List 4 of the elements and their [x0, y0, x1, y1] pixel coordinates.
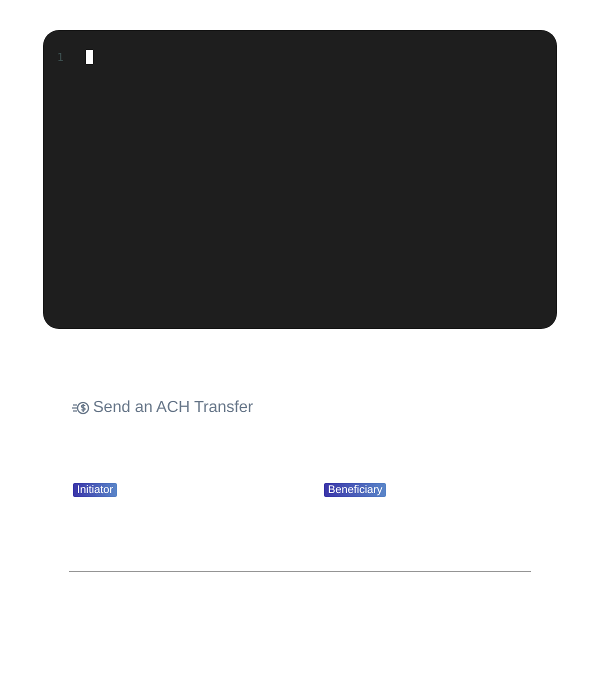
money-transfer-icon: [72, 401, 90, 415]
party-label: Beneficiary: [324, 483, 386, 497]
party-label: Initiator: [73, 483, 118, 497]
page-title: Send an ACH Transfer: [93, 399, 254, 417]
